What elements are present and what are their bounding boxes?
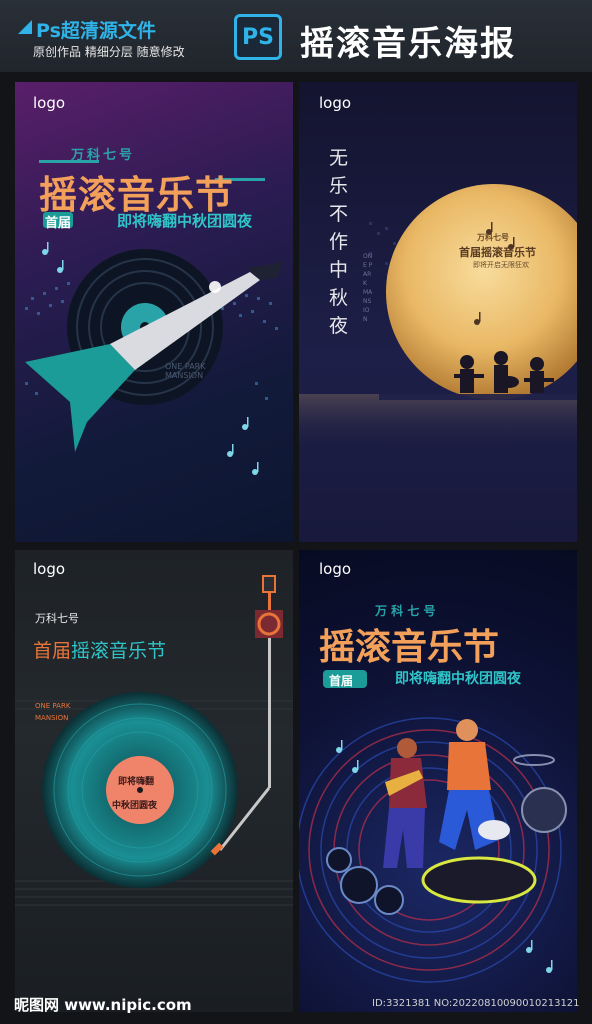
poster-title: 摇滚音乐海报 [300,24,516,64]
brand-title: Ps超清源文件 [36,20,156,42]
poster-3-title-rest: 摇滚音乐节 [71,640,167,662]
poster-1-first-tag: 首届 [45,216,72,231]
poster-3-title: 首届摇滚音乐节 [33,636,166,663]
poster-1-art [25,160,283,475]
poster-3[interactable]: logo 万科七号 首届摇滚音乐节 ONE PARK MANSION 即将嗨翻 … [15,550,293,1012]
poster-1-logo: logo [33,94,66,112]
poster-3-org: 万科七号 [35,612,79,625]
poster-4[interactable]: logo 万 科 七 号 摇滚音乐节 首届 即将嗨翻中秋团圆夜 [299,550,577,1012]
poster-3-label-line2: 中秋团圆夜 [112,801,158,811]
brand-triangle-icon [18,20,32,34]
poster-1-tagline: 即将嗨翻中秋团圆夜 [117,212,253,230]
poster-3-logo: logo [33,560,66,578]
poster-2-logo: logo [319,94,352,112]
poster-4-logo: logo [319,560,352,578]
poster-2-vertical-text: 无乐不作中秋夜 [329,147,349,337]
poster-1[interactable]: logo 万科七号 摇滚音乐节 首届 即将嗨翻中秋团圆夜 ONE PARK MA… [15,82,293,542]
site-watermark: 昵图网 www.nipic.com [14,996,192,1014]
poster-1-venue: ONE PARK MANSION [165,362,206,380]
poster-4-org: 万 科 七 号 [375,604,436,618]
poster-3-label-line1: 即将嗨翻 [118,777,155,787]
image-id: ID:3321381 NO:20220810090010213121 [372,998,580,1009]
poster-4-main-title: 摇滚音乐节 [319,627,500,668]
poster-3-title-first: 首届 [33,640,72,662]
poster-2[interactable]: logo 无乐不作中秋夜 ONE PARK MANSION 万科七号 首届摇滚音… [299,82,577,542]
poster-3-venue: ONE PARK MANSION [35,702,71,722]
brand-subtitle: 原创作品 精细分层 随意修改 [33,45,185,59]
poster-1-org: 万科七号 [71,148,136,163]
poster-4-first-tag: 首届 [329,674,354,688]
ps-badge-icon: PS [234,14,282,60]
poster-2-main-title: 首届摇滚音乐节 [459,246,536,259]
poster-2-venue: ONE PARK MANSION [363,253,373,323]
poster-4-tagline: 即将嗨翻中秋团圆夜 [395,671,521,687]
poster-2-sub: 即将开启无限狂欢 [473,261,529,269]
poster-2-org: 万科七号 [477,233,509,242]
